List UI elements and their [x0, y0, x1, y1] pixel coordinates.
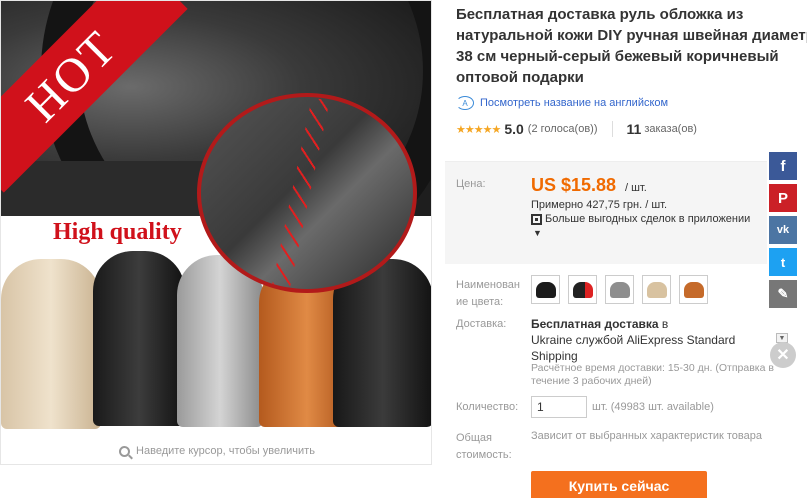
- title-line: натуральной кожи DIY ручная швейная диам…: [456, 27, 807, 44]
- shipping-note: Расчётное время доставки: 15-30 дн. (Отп…: [531, 362, 774, 387]
- orders-label: заказа(ов): [644, 123, 697, 135]
- magnifier-icon: [119, 445, 131, 457]
- price-label: Цена:: [456, 178, 486, 190]
- title-line: Бесплатная доставка руль обложка из: [456, 6, 744, 23]
- translate-link-text[interactable]: Посмотреть название на английском: [480, 97, 668, 109]
- facebook-icon[interactable]: f: [769, 152, 797, 180]
- color-swatches: [531, 275, 708, 304]
- translate-link[interactable]: A Посмотреть название на английском: [456, 96, 668, 110]
- rating-row: ★★★★★ 5.0 (2 голоса(ов)) 11 заказа(ов): [456, 120, 697, 138]
- rating-value: 5.0: [504, 121, 524, 137]
- title-line: 38 см черный-серый бежевый коричневый: [456, 48, 779, 65]
- total-note: Зависит от выбранных характеристик товар…: [531, 430, 762, 442]
- social-share-bar: f P vk t ✎: [769, 152, 797, 312]
- product-image[interactable]: HOT High quality Наведите курсор, чтобы …: [0, 0, 432, 465]
- shipping-label: Доставка:: [456, 318, 507, 330]
- gray-cover-roll: [177, 255, 263, 427]
- qr-code-icon: [531, 213, 542, 225]
- app-deals-link[interactable]: Больше выгодных сделок в приложении: [531, 213, 750, 225]
- twitter-icon[interactable]: t: [769, 248, 797, 276]
- color-swatch-brown[interactable]: [679, 275, 708, 304]
- chevron-down-icon[interactable]: ▼: [533, 228, 542, 238]
- shipping-in: в: [661, 317, 669, 331]
- shipping-info: Бесплатная доставка в Ukraine службой Al…: [531, 316, 771, 364]
- zoom-hint: Наведите курсор, чтобы увеличить: [1, 436, 431, 464]
- quantity-input[interactable]: [531, 396, 587, 418]
- beige-cover-roll: [1, 259, 101, 429]
- divider: [611, 121, 613, 137]
- orders-count: 11: [626, 121, 642, 137]
- zoom-hint-text: Наведите курсор, чтобы увеличить: [136, 445, 315, 457]
- color-label: Наименован ие цвета:: [456, 279, 520, 308]
- color-swatch-black-red[interactable]: [568, 275, 597, 304]
- translate-icon: A: [456, 96, 474, 110]
- pinterest-icon[interactable]: P: [769, 184, 797, 212]
- stitching-closeup: [197, 93, 417, 293]
- edit-icon[interactable]: ✎: [769, 280, 797, 308]
- price-approx: Примерно 427,75 грн. / шт.: [531, 199, 668, 211]
- close-icon[interactable]: ✕: [770, 342, 796, 368]
- color-swatch-gray[interactable]: [605, 275, 634, 304]
- color-swatch-beige[interactable]: [642, 275, 671, 304]
- price-unit: / шт.: [625, 182, 647, 194]
- price-value: US $15.88: [531, 175, 617, 195]
- color-swatch-black[interactable]: [531, 275, 560, 304]
- app-deals-text[interactable]: Больше выгодных сделок в приложении: [545, 213, 750, 225]
- rating-stars-icon[interactable]: ★★★★★: [456, 123, 501, 136]
- shipping-method[interactable]: Ukraine службой AliExpress Standard Ship…: [531, 332, 771, 364]
- product-title: Бесплатная доставка руль обложка из нату…: [456, 4, 807, 88]
- red-stitching: [270, 97, 330, 289]
- quantity-unit: шт. (49983 шт. available): [592, 401, 714, 413]
- price-box: Цена: US $15.88 / шт. Примерно 427,75 гр…: [445, 161, 767, 264]
- black-cover-roll: [93, 251, 185, 426]
- total-label: Общая стоимость:: [456, 432, 512, 461]
- buy-now-button[interactable]: Купить сейчас: [531, 471, 707, 498]
- free-shipping: Бесплатная доставка: [531, 317, 659, 331]
- quantity-label: Количество:: [456, 401, 519, 413]
- vk-icon[interactable]: vk: [769, 216, 797, 244]
- title-line: оптовой подарки: [456, 69, 584, 86]
- product-details: Бесплатная доставка руль обложка из нату…: [445, 0, 807, 498]
- rating-votes[interactable]: (2 голоса(ов)): [528, 123, 598, 135]
- high-quality-label: High quality: [53, 219, 182, 245]
